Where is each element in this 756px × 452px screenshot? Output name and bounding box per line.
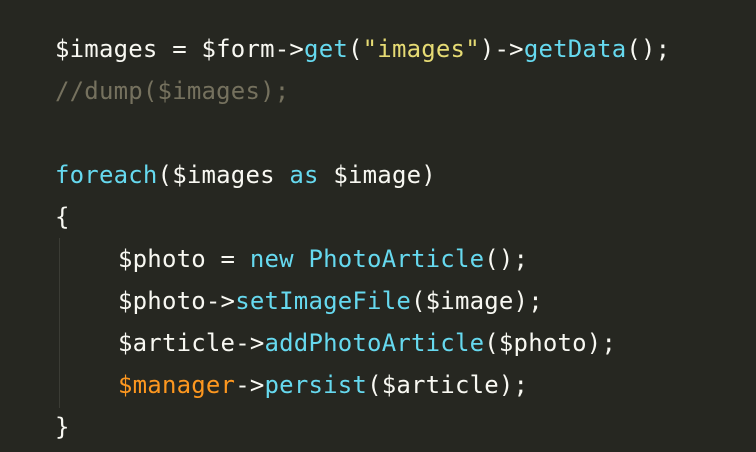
code-token: (); bbox=[484, 245, 529, 273]
indent-guide bbox=[59, 238, 60, 408]
code-token: addPhotoArticle bbox=[264, 329, 485, 357]
code-token: } bbox=[55, 413, 70, 441]
code-token: //dump($images); bbox=[55, 77, 290, 105]
code-editor[interactable]: $images = $form->get("images")->getData(… bbox=[0, 0, 756, 452]
code-line-7: $photo->setImageFile($image); bbox=[118, 280, 543, 322]
code-token: $article-> bbox=[118, 329, 265, 357]
code-token: ($image); bbox=[411, 287, 543, 315]
code-token: foreach bbox=[55, 161, 158, 189]
code-line-6: $photo = new PhotoArticle(); bbox=[118, 238, 528, 280]
code-line-9: $manager->persist($article); bbox=[118, 364, 528, 406]
code-token: as bbox=[289, 161, 319, 189]
code-line-10: } bbox=[55, 406, 70, 448]
code-line-5: { bbox=[55, 196, 70, 238]
code-token: $manager bbox=[118, 371, 236, 399]
code-token: -> bbox=[235, 371, 265, 399]
code-line-1: $images = $form->get("images")->getData(… bbox=[55, 28, 670, 70]
code-token: (); bbox=[626, 35, 671, 63]
code-token: ( bbox=[348, 35, 363, 63]
code-token: $photo-> bbox=[118, 287, 236, 315]
code-token: "images" bbox=[362, 35, 480, 63]
code-token: ($images bbox=[157, 161, 290, 189]
code-token: $image) bbox=[318, 161, 436, 189]
code-token: )-> bbox=[479, 35, 524, 63]
code-token: ($article); bbox=[367, 371, 529, 399]
code-token: ($photo); bbox=[484, 329, 617, 357]
code-token: new bbox=[249, 245, 294, 273]
code-token: persist bbox=[264, 371, 368, 399]
code-token: getData bbox=[523, 35, 627, 63]
code-line-8: $article->addPhotoArticle($photo); bbox=[118, 322, 616, 364]
code-line-2: //dump($images); bbox=[55, 70, 289, 112]
code-line-4: foreach($images as $image) bbox=[55, 154, 436, 196]
code-token: $photo = bbox=[118, 245, 250, 273]
code-token: get bbox=[304, 35, 348, 63]
code-token: setImageFile bbox=[235, 287, 411, 315]
code-token: { bbox=[55, 203, 70, 231]
code-token: PhotoArticle bbox=[308, 245, 485, 273]
code-token: $images = $form-> bbox=[55, 35, 305, 63]
